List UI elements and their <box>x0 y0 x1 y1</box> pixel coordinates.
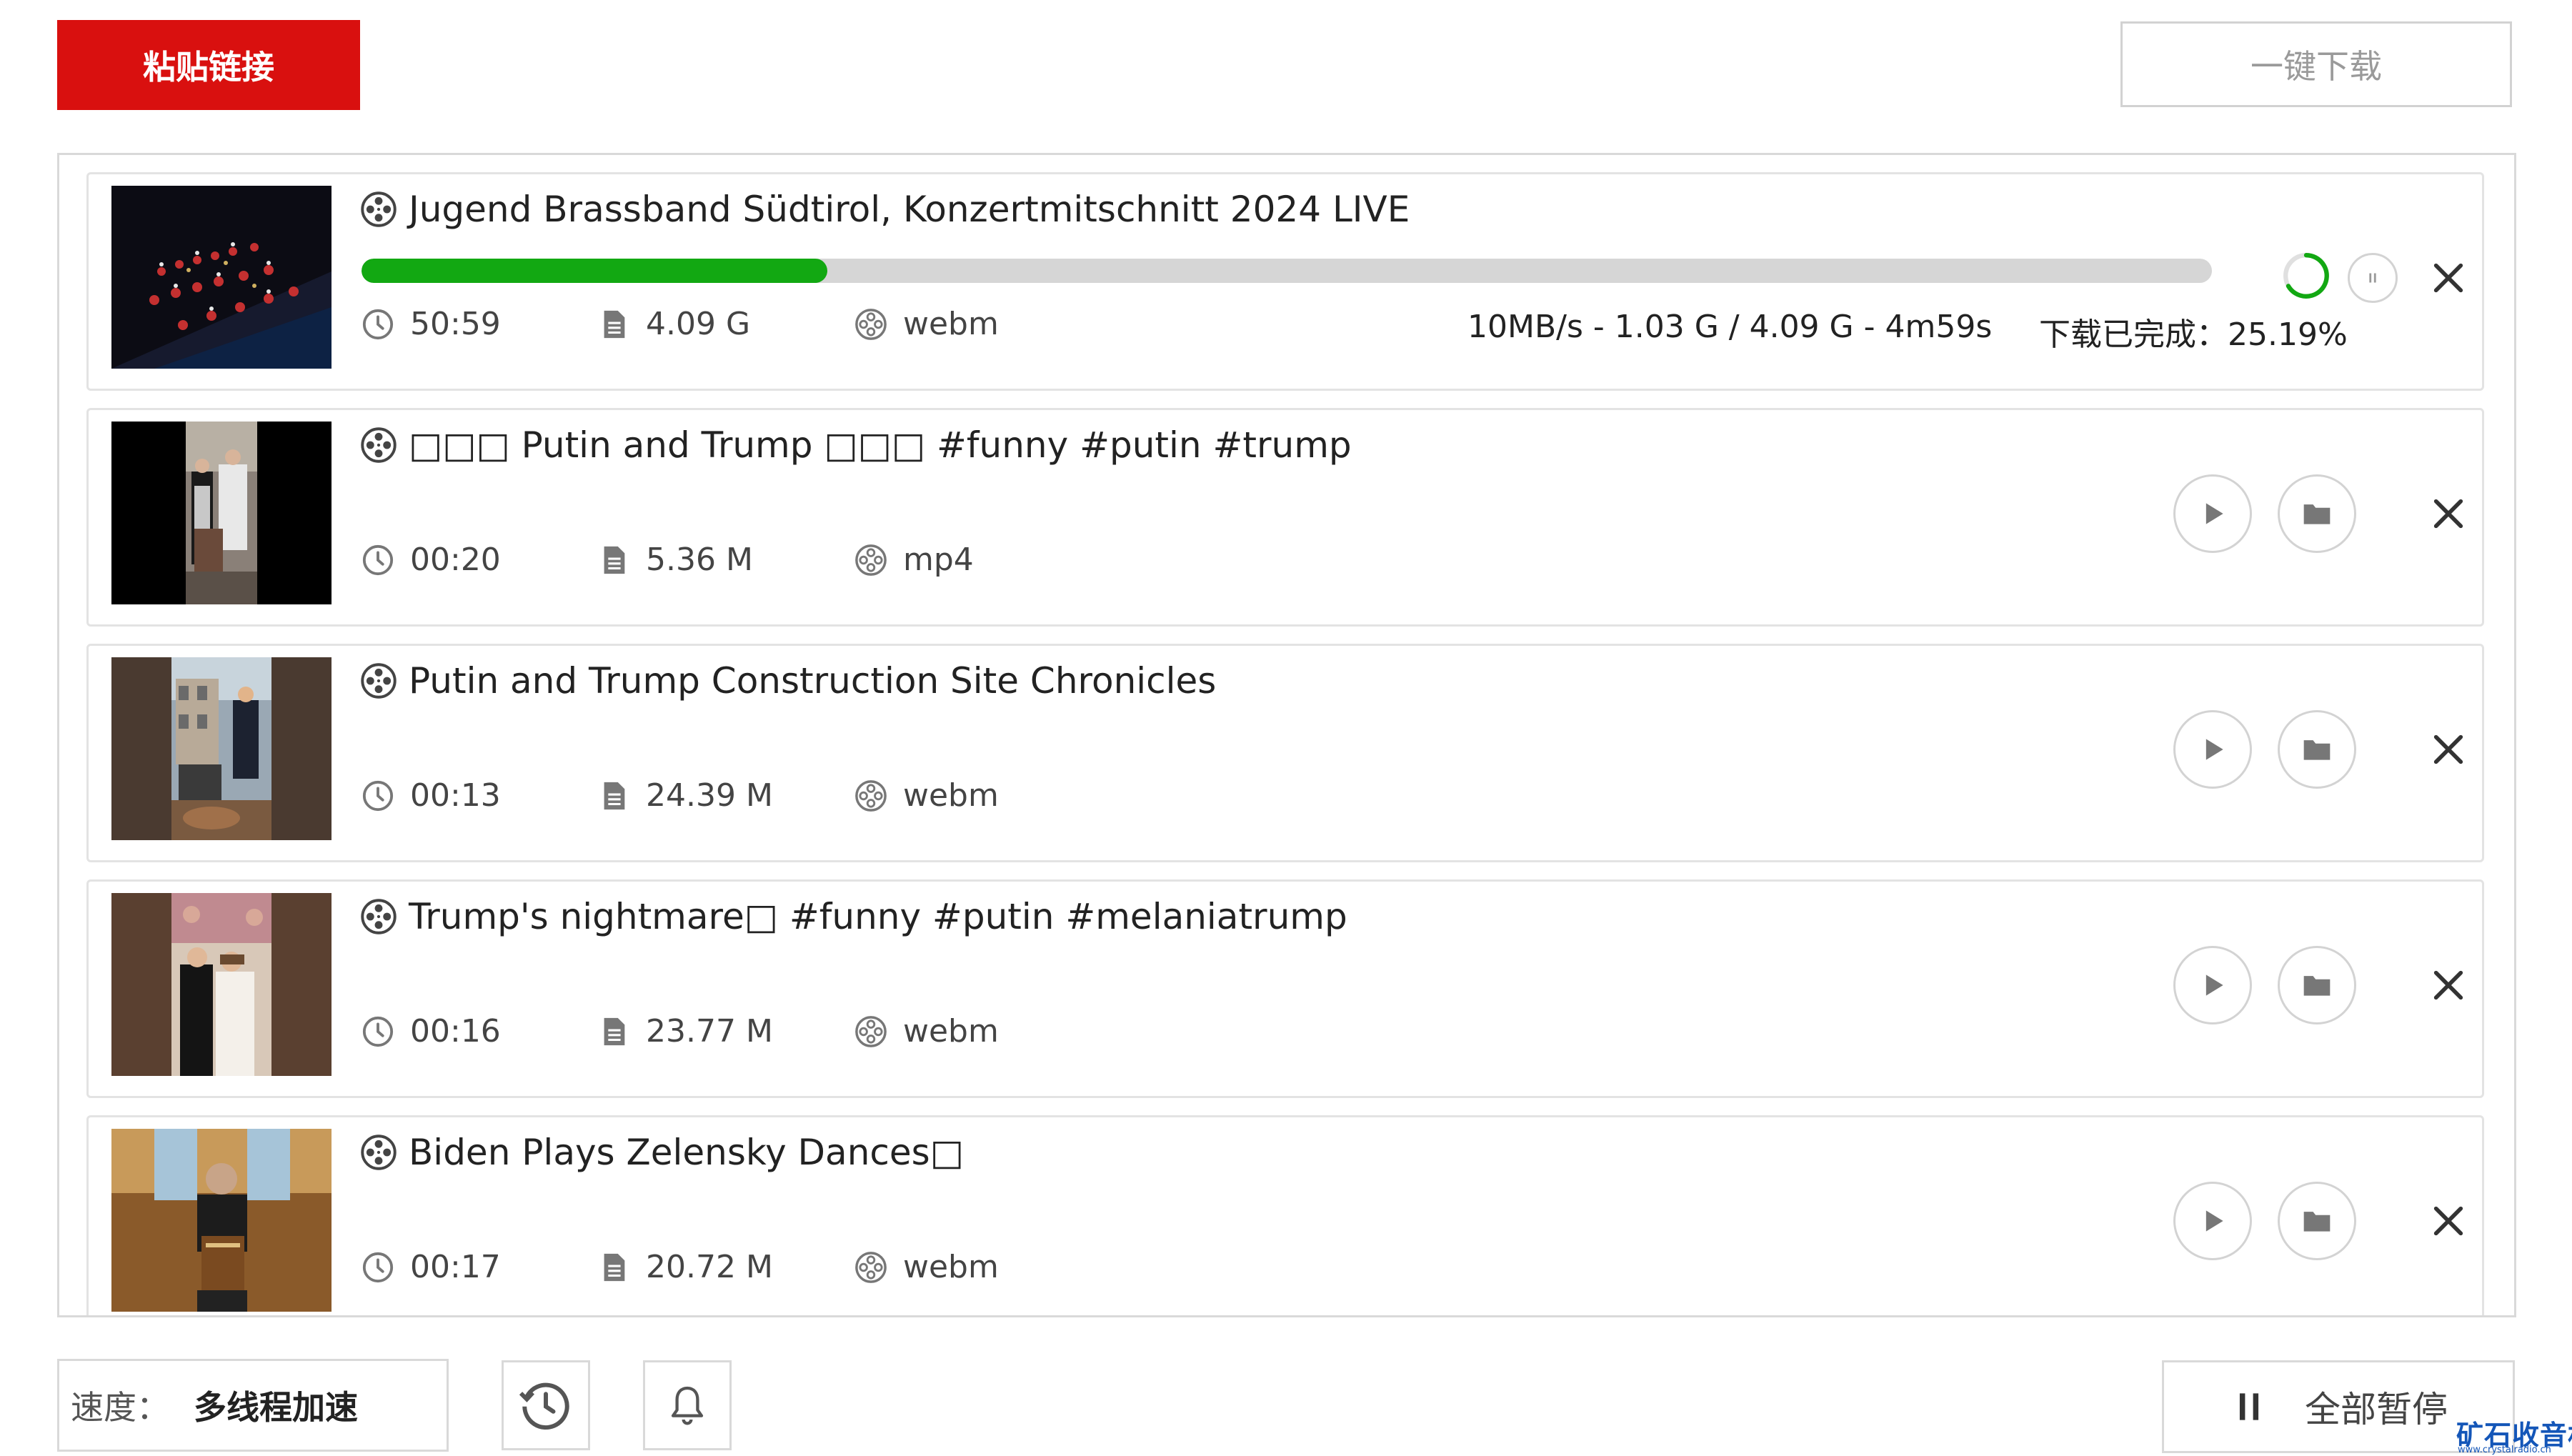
remove-item-button[interactable] <box>2423 724 2473 774</box>
folder-icon <box>2301 969 2333 1001</box>
close-icon <box>2430 967 2467 1004</box>
duration-text: 00:17 <box>410 1249 501 1285</box>
format-text: webm <box>903 1249 999 1285</box>
film-reel-icon <box>360 898 397 935</box>
remove-item-button[interactable] <box>2423 253 2473 303</box>
film-reel-icon <box>854 1015 887 1048</box>
format-text: webm <box>903 777 999 814</box>
open-folder-button[interactable] <box>2278 946 2356 1024</box>
film-reel-icon <box>360 662 397 699</box>
spinner-icon <box>2283 253 2329 299</box>
notification-button[interactable] <box>643 1360 732 1450</box>
close-icon <box>2430 1202 2467 1240</box>
video-title: Trump's nightmare□ #funny #putin #melani… <box>409 896 1347 937</box>
play-button[interactable] <box>2173 946 2252 1024</box>
file-size-text: 24.39 M <box>646 777 773 814</box>
film-reel-icon <box>854 1251 887 1284</box>
download-item: Jugend Brassband Südtirol, Konzertmitsch… <box>86 172 2484 391</box>
duration-text: 50:59 <box>410 306 501 342</box>
clock-icon <box>362 779 394 812</box>
file-icon <box>597 1015 630 1048</box>
download-percent-text: 下载已完成：25.19% <box>2039 316 2348 353</box>
download-list[interactable]: Jugend Brassband Südtirol, Konzertmitsch… <box>57 153 2516 1317</box>
file-size-text: 4.09 G <box>646 306 751 342</box>
open-folder-button[interactable] <box>2278 1182 2356 1260</box>
speed-label: 速度： <box>71 1388 169 1427</box>
film-reel-icon <box>360 427 397 464</box>
film-reel-icon <box>360 191 397 228</box>
duration-text: 00:13 <box>410 777 501 814</box>
play-icon <box>2197 498 2228 529</box>
watermark-url: www.crystalradio.cn <box>2458 1445 2551 1455</box>
format-text: mp4 <box>903 542 974 578</box>
download-progress-bar <box>362 259 2212 283</box>
download-item: □□□ Putin and Trump □□□ #funny #putin #t… <box>86 408 2484 627</box>
file-size-text: 20.72 M <box>646 1249 773 1285</box>
folder-icon <box>2301 734 2333 765</box>
history-button[interactable] <box>502 1360 590 1450</box>
video-title: Putin and Trump Construction Site Chroni… <box>409 660 1217 702</box>
open-folder-button[interactable] <box>2278 474 2356 553</box>
play-button[interactable] <box>2173 1182 2252 1260</box>
pause-icon <box>2239 1393 2259 1420</box>
speed-mode-selector[interactable]: 速度： 多线程加速 <box>57 1359 449 1452</box>
watermark: 矿石收音机 www.crystalradio.cn <box>2456 1413 2572 1456</box>
file-size-text: 5.36 M <box>646 542 753 578</box>
close-icon <box>2430 259 2467 296</box>
duration-text: 00:20 <box>410 542 501 578</box>
clock-icon <box>362 544 394 577</box>
film-reel-icon <box>854 544 887 577</box>
open-folder-button[interactable] <box>2278 710 2356 789</box>
film-reel-icon <box>854 779 887 812</box>
video-thumbnail[interactable] <box>111 893 332 1076</box>
file-icon <box>597 544 630 577</box>
duration-text: 00:16 <box>410 1013 501 1049</box>
video-thumbnail[interactable] <box>111 422 332 604</box>
play-icon <box>2197 734 2228 765</box>
clock-icon <box>362 1251 394 1284</box>
download-item: Biden Plays Zelensky Dances□ 00:17 20.72… <box>86 1115 2484 1315</box>
film-reel-icon <box>360 1134 397 1171</box>
file-icon <box>597 779 630 812</box>
video-thumbnail[interactable] <box>111 1129 332 1312</box>
remove-item-button[interactable] <box>2423 1196 2473 1246</box>
bell-icon <box>671 1386 704 1425</box>
file-icon <box>597 1251 630 1284</box>
video-title: Jugend Brassband Südtirol, Konzertmitsch… <box>409 189 1410 230</box>
video-title: Biden Plays Zelensky Dances□ <box>409 1132 964 1173</box>
video-thumbnail[interactable] <box>111 657 332 840</box>
close-icon <box>2430 495 2467 532</box>
play-button[interactable] <box>2173 474 2252 553</box>
download-item: Trump's nightmare□ #funny #putin #melani… <box>86 879 2484 1098</box>
video-title: □□□ Putin and Trump □□□ #funny #putin #t… <box>409 424 1352 466</box>
one-click-download-button[interactable]: 一键下载 <box>2120 21 2512 107</box>
clock-icon <box>362 308 394 341</box>
play-button[interactable] <box>2173 710 2252 789</box>
format-text: webm <box>903 306 999 342</box>
close-icon <box>2430 731 2467 768</box>
pause-all-label: 全部暂停 <box>2305 1389 2448 1430</box>
folder-icon <box>2301 498 2333 529</box>
play-icon <box>2197 1205 2228 1237</box>
clock-icon <box>362 1015 394 1048</box>
film-reel-icon <box>854 308 887 341</box>
play-icon <box>2197 969 2228 1001</box>
format-text: webm <box>903 1013 999 1049</box>
folder-icon <box>2301 1205 2333 1237</box>
speed-mode-value: 多线程加速 <box>194 1388 358 1427</box>
paste-link-button[interactable]: 粘贴链接 <box>57 20 360 110</box>
download-progress-fill <box>362 259 828 283</box>
remove-item-button[interactable] <box>2423 489 2473 539</box>
remove-item-button[interactable] <box>2423 960 2473 1010</box>
video-thumbnail[interactable] <box>111 186 332 369</box>
file-icon <box>597 308 630 341</box>
download-item: Putin and Trump Construction Site Chroni… <box>86 644 2484 862</box>
pause-icon <box>2369 273 2376 283</box>
file-size-text: 23.77 M <box>646 1013 773 1049</box>
history-icon <box>519 1382 569 1430</box>
download-speed-text: 10MB/s - 1.03 G / 4.09 G - 4m59s <box>1467 309 1993 345</box>
pause-download-button[interactable] <box>2348 253 2398 303</box>
